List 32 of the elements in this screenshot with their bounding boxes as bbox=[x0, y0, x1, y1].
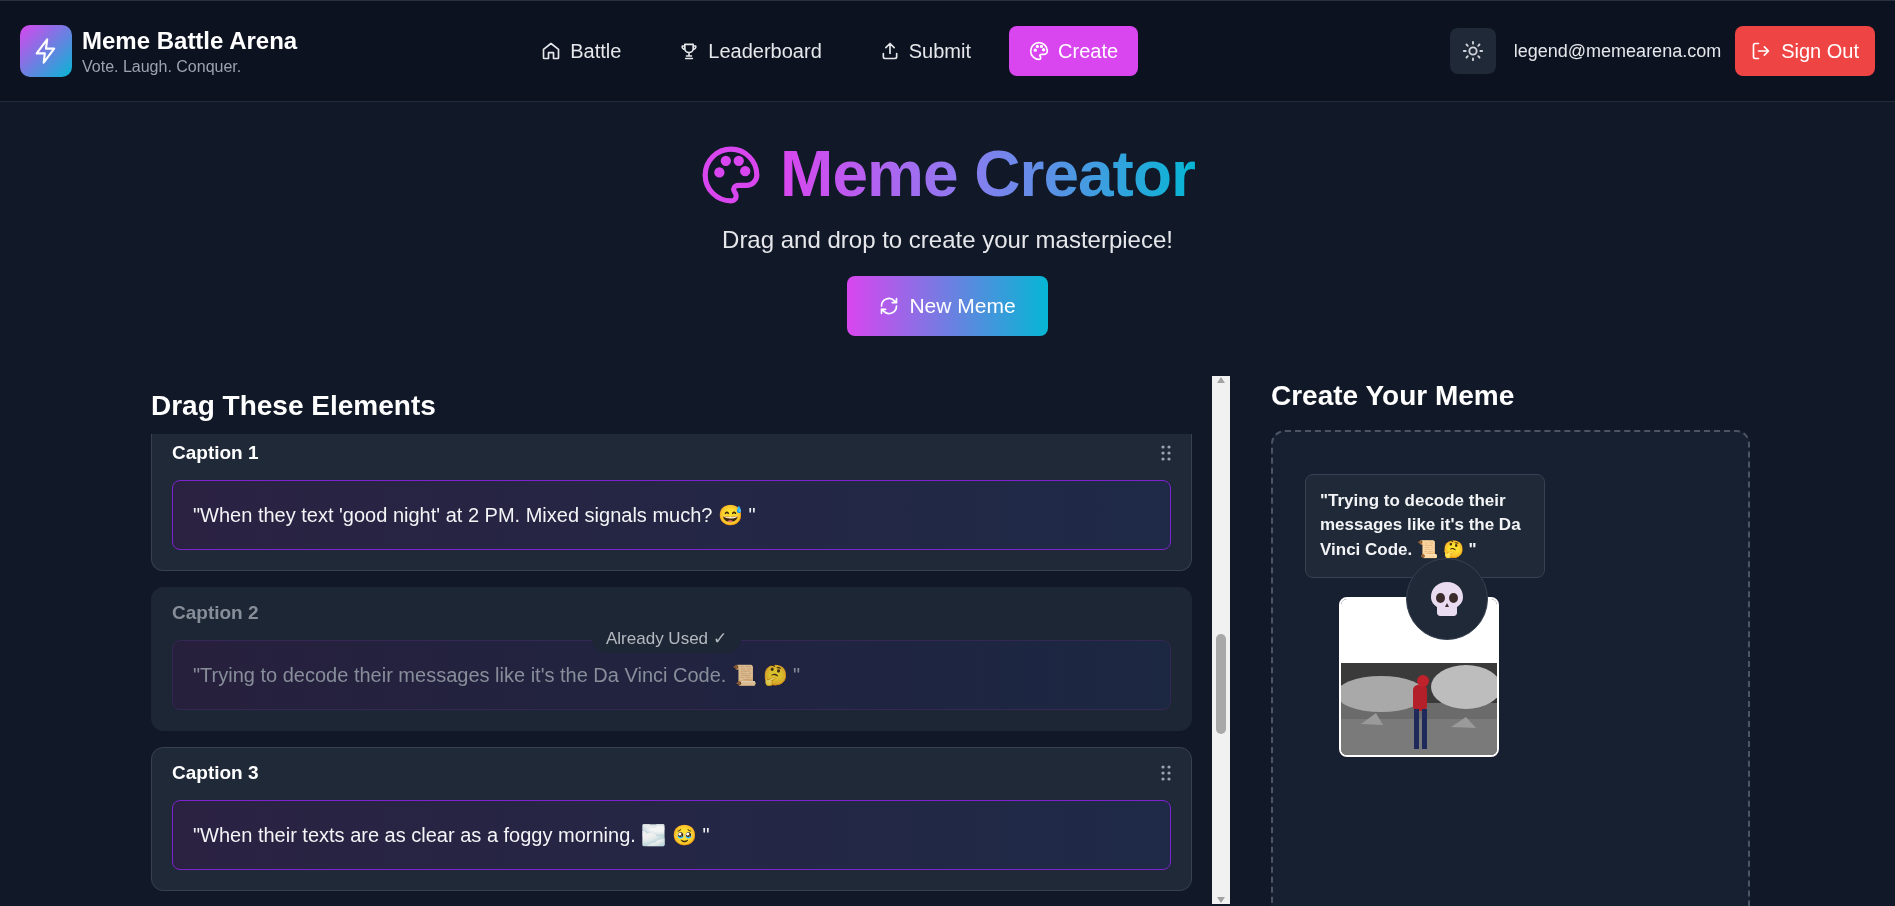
user-email: legend@memearena.com bbox=[1513, 40, 1722, 62]
nav-tab[interactable]: Battle bbox=[521, 26, 642, 76]
caption-label: Caption 3 bbox=[172, 761, 259, 784]
logout-icon bbox=[1751, 41, 1772, 61]
palette-icon bbox=[1029, 41, 1050, 61]
caption-label: Caption 2 bbox=[172, 601, 259, 624]
scroll-up-icon[interactable] bbox=[1216, 375, 1226, 384]
caption-card[interactable]: Caption 2 Already Used ✓ "Trying to decode their messages like it's the Da Vinci Code. 📜 🤔 " bbox=[151, 586, 1192, 731]
nav-tab[interactable]: Leaderboard bbox=[659, 26, 842, 76]
caption-card[interactable]: Caption 1 "When they text 'good night' at 2 PM. Mixed signals much? 😅 " bbox=[151, 433, 1192, 571]
caption-text: "When they text 'good night' at 2 PM. Mixed signals much? 😅 " bbox=[172, 479, 1171, 550]
nav-tab[interactable]: Submit bbox=[859, 26, 992, 76]
placed-caption[interactable]: "Trying to decode their messages like it's the Da Vinci Code. 📜 🤔 " bbox=[1305, 473, 1545, 578]
page-subtitle: Drag and drop to create your masterpiece! bbox=[722, 225, 1173, 254]
app-title: Meme Battle Arena bbox=[82, 26, 298, 55]
scrollbar-thumb[interactable] bbox=[1216, 633, 1226, 734]
sign-out-button[interactable]: Sign Out bbox=[1735, 26, 1875, 76]
trophy-icon bbox=[679, 41, 700, 61]
caption-label: Caption 1 bbox=[172, 441, 259, 464]
home-icon bbox=[541, 41, 562, 61]
section-heading: Drag These Elements bbox=[151, 389, 437, 422]
logo-icon bbox=[20, 25, 72, 77]
sun-icon bbox=[1461, 40, 1484, 62]
new-meme-button[interactable]: New Meme bbox=[847, 275, 1048, 336]
refresh-icon bbox=[879, 295, 900, 316]
app-tagline: Vote. Laugh. Conquer. bbox=[82, 57, 243, 76]
drag-handle-icon[interactable] bbox=[1161, 444, 1171, 461]
drag-handle-icon[interactable] bbox=[1161, 764, 1171, 781]
section-heading: Create Your Meme bbox=[1271, 379, 1516, 412]
meme-canvas[interactable]: "Trying to decode their messages like it's the Da Vinci Code. 📜 🤔 " bbox=[1271, 429, 1750, 906]
scrollbar[interactable] bbox=[1212, 375, 1230, 904]
theme-toggle-button[interactable] bbox=[1449, 28, 1496, 74]
